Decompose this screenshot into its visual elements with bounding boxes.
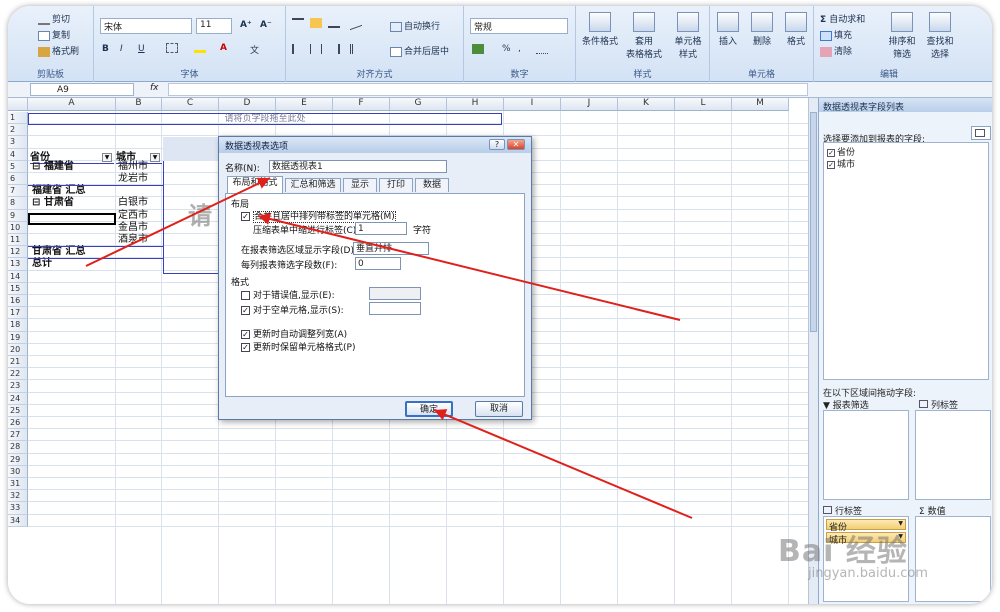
baidu-watermark-url: jingyan.baidu.com: [808, 566, 928, 581]
baidu-watermark: Bai 经验: [778, 534, 908, 569]
app-window: 剪切 复制 格式刷 剪贴板 宋体 11 A⁺ A⁻ B I U A 文 字体 自…: [8, 6, 992, 604]
arrow-to-merge-option: [257, 213, 681, 321]
annotation-arrows: [85, 177, 693, 519]
arrow-to-ok-button: [433, 409, 693, 519]
arrow-to-tab: [85, 177, 271, 267]
